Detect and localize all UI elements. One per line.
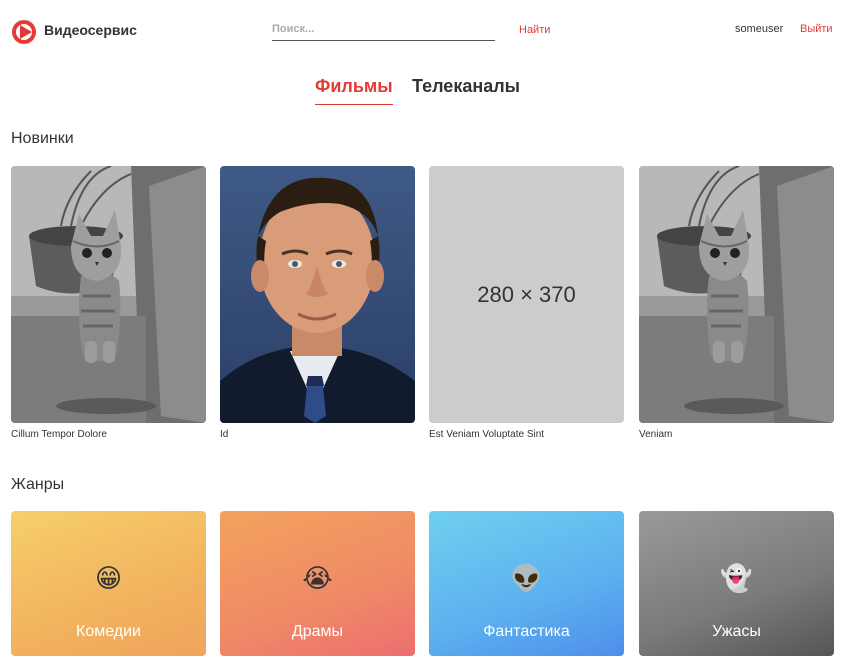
- category-tabs: Фильмы Телеканалы: [0, 76, 844, 108]
- tab-films[interactable]: Фильмы: [315, 76, 393, 105]
- cat-photo[interactable]: [639, 166, 834, 423]
- movie-card[interactable]: Id: [220, 166, 415, 440]
- placeholder-text: 280 × 370: [477, 281, 576, 307]
- genre-card-drama[interactable]: 😭 Драмы: [220, 511, 415, 656]
- grinning-face-icon: 😁: [94, 563, 123, 593]
- movie-title[interactable]: Id: [220, 429, 415, 440]
- movie-card[interactable]: Veniam: [639, 166, 834, 440]
- section-title-new: Новинки: [11, 130, 74, 147]
- movie-card[interactable]: 280 × 370 Est Veniam Voluptate Sint: [429, 166, 624, 440]
- man-portrait-photo[interactable]: [220, 166, 415, 423]
- genre-card-comedy[interactable]: 😁 Комедии: [11, 511, 206, 656]
- search-input[interactable]: [272, 21, 495, 41]
- header: Видеосервис Найти someuser Выйти: [0, 0, 844, 64]
- genre-label: Фантастика: [483, 623, 570, 640]
- brand-name[interactable]: Видеосервис: [44, 22, 137, 38]
- section-title-genres: Жанры: [11, 476, 65, 493]
- crying-face-icon: 😭: [302, 563, 333, 593]
- genre-label: Ужасы: [712, 623, 761, 640]
- logo-icon[interactable]: [11, 19, 37, 45]
- tab-tv-channels[interactable]: Телеканалы: [412, 76, 520, 104]
- username-label: someuser: [735, 23, 784, 35]
- find-button[interactable]: Найти: [519, 24, 550, 36]
- alien-icon: 👽: [510, 563, 543, 593]
- genre-card-scifi[interactable]: 👽 Фантастика: [429, 511, 624, 656]
- cat-photo[interactable]: [11, 166, 206, 423]
- movie-title[interactable]: Cillum Tempor Dolore: [11, 429, 206, 440]
- logout-button[interactable]: Выйти: [800, 23, 833, 35]
- genre-label: Комедии: [76, 623, 141, 640]
- genre-label: Драмы: [291, 623, 344, 640]
- movie-title[interactable]: Veniam: [639, 429, 834, 440]
- ghost-icon: 👻: [720, 563, 753, 593]
- movie-title[interactable]: Est Veniam Voluptate Sint: [429, 429, 624, 440]
- movie-card[interactable]: Cillum Tempor Dolore: [11, 166, 206, 440]
- poster-placeholder[interactable]: 280 × 370: [429, 166, 624, 423]
- genre-card-horror[interactable]: 👻 Ужасы: [639, 511, 834, 656]
